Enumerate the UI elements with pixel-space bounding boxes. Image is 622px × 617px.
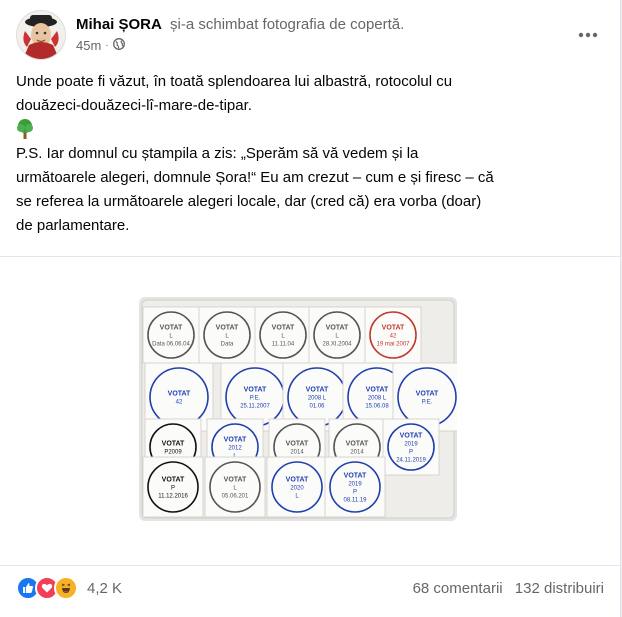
stamp-text: 24.11.2019 bbox=[396, 458, 426, 464]
stamp-text: P bbox=[409, 450, 413, 456]
stamp-text: 2014 bbox=[350, 450, 364, 456]
post-card: Mihai ȘORA și-a schimbat fotografia de c… bbox=[0, 0, 621, 617]
stamp-text: P bbox=[171, 486, 175, 492]
stamp-text: VOTAT bbox=[344, 473, 367, 480]
vote-stamp: VOTATL28.XI.2004 bbox=[308, 306, 366, 364]
stamp-text: 25.11.2007 bbox=[240, 404, 270, 410]
author-name[interactable]: Mihai ȘORA bbox=[76, 16, 162, 33]
stamp-text: Data 06.06.04 bbox=[152, 342, 190, 348]
globe-icon[interactable] bbox=[112, 38, 125, 53]
stamp-text: VOTAT bbox=[224, 437, 247, 444]
stamp-text: VOTAT bbox=[416, 391, 439, 398]
stamp-text: VOTAT bbox=[162, 441, 185, 448]
comments-count[interactable]: 68 comentarii bbox=[413, 580, 503, 597]
more-options-icon bbox=[578, 25, 598, 43]
stamp-text: 11.12.2016 bbox=[158, 494, 188, 500]
stamp-text: P2009 bbox=[164, 450, 182, 456]
stamp-text: 42 bbox=[176, 400, 183, 406]
stamp-text: 2019 bbox=[404, 442, 418, 448]
stamp-text: VOTAT bbox=[366, 387, 389, 394]
stamp-text: 05.06.201 bbox=[222, 494, 249, 500]
stamp-text: 2008 L bbox=[368, 396, 387, 402]
stamp-text: 11.11.04 bbox=[272, 342, 295, 348]
post-text: Unde poate fi văzut, în toată splendoare… bbox=[16, 70, 606, 238]
haha-icon bbox=[54, 576, 78, 600]
post-text-line: douăzeci-douăzeci-lî-mare-de-tipar. bbox=[16, 97, 252, 114]
stamp-text: 28.XI.2004 bbox=[322, 342, 352, 348]
post-photo-area[interactable]: VOTAT L Data 06.06.04 VOTAT L Data VOTAT L 11.11… bbox=[0, 256, 620, 566]
vote-stamp: VOTAT P 11.12.2016 bbox=[142, 456, 204, 518]
more-options-button[interactable] bbox=[570, 16, 606, 52]
vote-stamp: VOTATLData 06.06.04 bbox=[142, 306, 200, 364]
vote-stamp: VOTAT 42 19 mai 2007 bbox=[364, 306, 422, 364]
post-action-text: și-a schimbat fotografia de copertă. bbox=[170, 16, 405, 33]
stamp-text: 2012 bbox=[228, 446, 242, 452]
post-time[interactable]: 45m bbox=[76, 38, 101, 53]
post-footer: 4,2 K 68 comentarii 132 distribuiri bbox=[16, 574, 604, 604]
stamp-text: VOTAT bbox=[160, 325, 183, 332]
post-text-line: de parlamentare. bbox=[16, 217, 130, 234]
stamp-text: 19 mai 2007 bbox=[376, 342, 410, 348]
stamp-text: P.E. bbox=[422, 400, 433, 406]
stamp-text: 08.11.19 bbox=[344, 498, 368, 504]
stamp-text: P.E. bbox=[250, 396, 261, 402]
stamp-text: VOTAT bbox=[382, 325, 405, 332]
meta-separator: · bbox=[105, 40, 109, 51]
vote-stamp: VOTAT2020L bbox=[266, 456, 328, 518]
post-text-line: următoarele alegeri, domnule Șora!“ Eu a… bbox=[16, 169, 494, 186]
stamp-text: VOTAT bbox=[326, 325, 349, 332]
stamp-text: VOTAT bbox=[216, 325, 239, 332]
engagement-counts: 68 comentarii 132 distribuiri bbox=[405, 580, 604, 597]
stamp-text: Data bbox=[221, 342, 234, 348]
post-meta: 45m · bbox=[76, 38, 125, 53]
stamp-text: 2019 bbox=[348, 482, 362, 488]
reaction-count[interactable]: 4,2 K bbox=[87, 580, 122, 597]
post-header: Mihai ȘORA și-a schimbat fotografia de c… bbox=[16, 10, 606, 60]
voting-card-photo[interactable]: VOTATLData 06.06.04VOTATLDataVOTATL11.11… bbox=[139, 297, 457, 521]
stamp-text: VOTAT bbox=[224, 477, 247, 484]
post-text-line: P.S. Iar domnul cu ștampila a zis: „Sper… bbox=[16, 145, 419, 162]
stamp-text: VOTAT bbox=[286, 441, 309, 448]
stamp-text: 01.06 bbox=[309, 404, 325, 410]
stamp-text: VOTAT bbox=[272, 325, 295, 332]
stamp-text: VOTAT bbox=[346, 441, 369, 448]
stamp-text: VOTAT bbox=[168, 391, 191, 398]
author-line: Mihai ȘORA și-a schimbat fotografia de c… bbox=[76, 16, 404, 33]
stamp-text: VOTAT bbox=[162, 477, 185, 484]
post-text-line: se referea la următoarele alegeri locale… bbox=[16, 193, 482, 210]
vote-stamp: VOTATLData bbox=[198, 306, 256, 364]
stamp-text: P bbox=[353, 490, 357, 496]
tree-emoji-icon bbox=[16, 118, 606, 142]
vote-stamp: VOTAT 2019 P 08.11.19 bbox=[324, 456, 386, 518]
author-avatar[interactable] bbox=[16, 10, 66, 60]
stamp-text: VOTAT bbox=[286, 477, 309, 484]
stamp-text: VOTAT bbox=[400, 433, 423, 440]
stamp-text: 2020 bbox=[290, 486, 304, 492]
vote-stamp: VOTAT 2019 P 24.11.2019 bbox=[382, 418, 440, 476]
stamp-text: 15.06.08 bbox=[365, 404, 389, 410]
vote-stamp: VOTATL11.11.04 bbox=[254, 306, 312, 364]
post-text-line: Unde poate fi văzut, în toată splendoare… bbox=[16, 73, 453, 90]
stamp-text: VOTAT bbox=[306, 387, 329, 394]
shares-count[interactable]: 132 distribuiri bbox=[515, 580, 604, 597]
reactions-summary[interactable]: 4,2 K bbox=[16, 576, 122, 600]
stamp-text: 42 bbox=[390, 334, 397, 340]
stamp-text: VOTAT bbox=[244, 387, 267, 394]
stamp-text: 2008 L bbox=[308, 396, 327, 402]
vote-stamp: VOTATL05.06.201 bbox=[204, 456, 266, 518]
stamp-text: 2014 bbox=[290, 450, 304, 456]
